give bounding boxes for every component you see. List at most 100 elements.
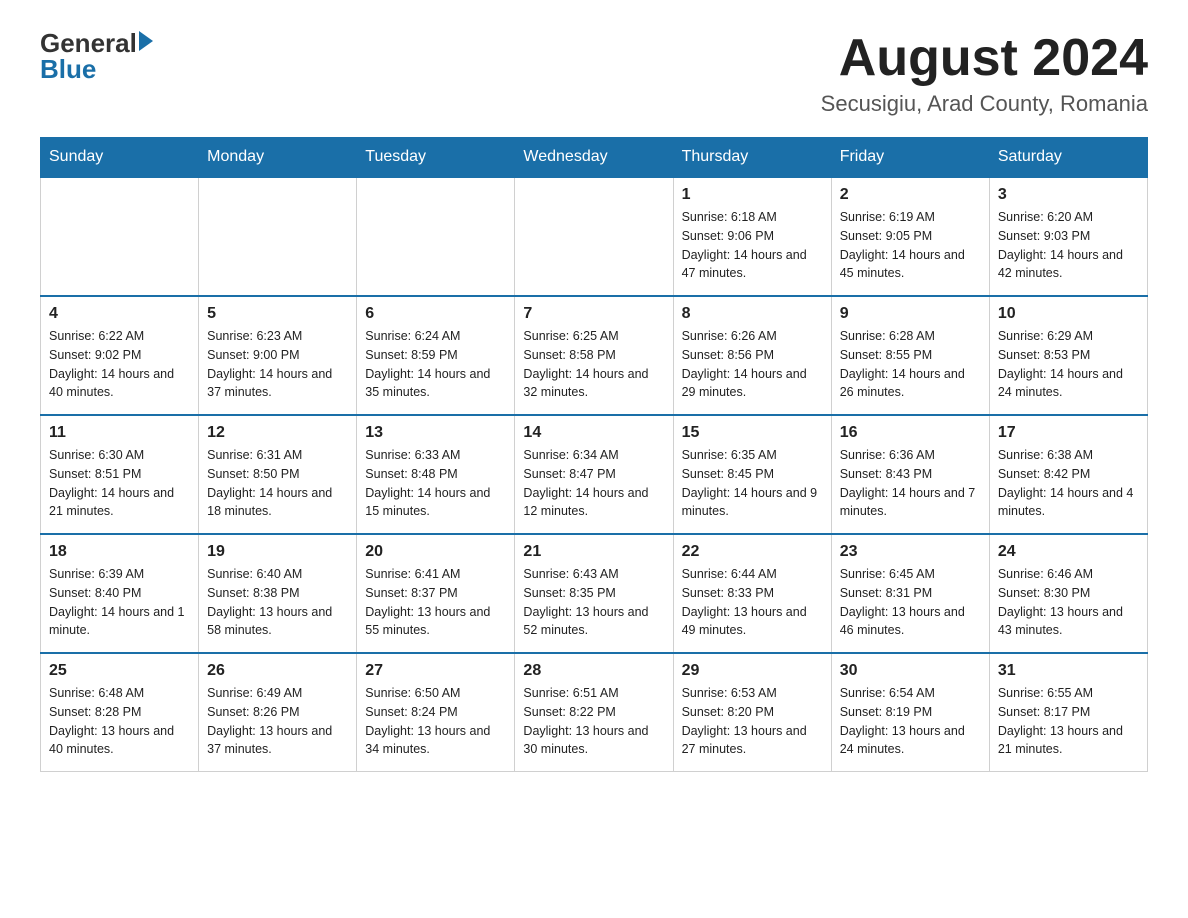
calendar-cell: 2 Sunrise: 6:19 AMSunset: 9:05 PMDaylight… [831, 177, 989, 296]
day-number: 1 [682, 186, 823, 204]
calendar-cell: 17 Sunrise: 6:38 AMSunset: 8:42 PMDayligh… [989, 415, 1147, 534]
calendar-cell: 7 Sunrise: 6:25 AMSunset: 8:58 PMDaylight… [515, 296, 673, 415]
calendar-cell: 29 Sunrise: 6:53 AMSunset: 8:20 PMDayligh… [673, 653, 831, 772]
day-number: 18 [49, 543, 190, 561]
day-number: 11 [49, 424, 190, 442]
day-detail: Sunrise: 6:22 AMSunset: 9:02 PMDaylight:… [49, 327, 190, 402]
calendar-cell: 1 Sunrise: 6:18 AMSunset: 9:06 PMDaylight… [673, 177, 831, 296]
day-detail: Sunrise: 6:25 AMSunset: 8:58 PMDaylight:… [523, 327, 664, 402]
calendar-cell: 11Sunrise: 6:30 AMSunset: 8:51 PMDayligh… [41, 415, 199, 534]
day-detail: Sunrise: 6:48 AMSunset: 8:28 PMDaylight:… [49, 684, 190, 759]
calendar-cell: 9 Sunrise: 6:28 AMSunset: 8:55 PMDaylight… [831, 296, 989, 415]
day-detail: Sunrise: 6:20 AMSunset: 9:03 PMDaylight:… [998, 208, 1139, 283]
calendar-cell: 8 Sunrise: 6:26 AMSunset: 8:56 PMDaylight… [673, 296, 831, 415]
col-tuesday: Tuesday [357, 138, 515, 178]
day-detail: Sunrise: 6:49 AMSunset: 8:26 PMDaylight:… [207, 684, 348, 759]
day-number: 9 [840, 305, 981, 323]
day-detail: Sunrise: 6:29 AMSunset: 8:53 PMDaylight:… [998, 327, 1139, 402]
day-number: 16 [840, 424, 981, 442]
calendar-cell: 26 Sunrise: 6:49 AMSunset: 8:26 PMDayligh… [199, 653, 357, 772]
day-detail: Sunrise: 6:39 AMSunset: 8:40 PMDaylight:… [49, 565, 190, 640]
day-detail: Sunrise: 6:31 AMSunset: 8:50 PMDaylight:… [207, 446, 348, 521]
day-detail: Sunrise: 6:26 AMSunset: 8:56 PMDaylight:… [682, 327, 823, 402]
calendar-cell: 15Sunrise: 6:35 AMSunset: 8:45 PMDayligh… [673, 415, 831, 534]
day-number: 23 [840, 543, 981, 561]
day-detail: Sunrise: 6:19 AMSunset: 9:05 PMDaylight:… [840, 208, 981, 283]
calendar-cell: 22 Sunrise: 6:44 AMSunset: 8:33 PMDayligh… [673, 534, 831, 653]
calendar-cell [41, 177, 199, 296]
day-detail: Sunrise: 6:35 AMSunset: 8:45 PMDaylight:… [682, 446, 823, 521]
calendar-week-row: 1 Sunrise: 6:18 AMSunset: 9:06 PMDaylight… [41, 177, 1148, 296]
day-number: 25 [49, 662, 190, 680]
day-detail: Sunrise: 6:43 AMSunset: 8:35 PMDaylight:… [523, 565, 664, 640]
day-number: 7 [523, 305, 664, 323]
day-detail: Sunrise: 6:54 AMSunset: 8:19 PMDaylight:… [840, 684, 981, 759]
day-detail: Sunrise: 6:18 AMSunset: 9:06 PMDaylight:… [682, 208, 823, 283]
calendar-week-row: 18 Sunrise: 6:39 AMSunset: 8:40 PMDayligh… [41, 534, 1148, 653]
calendar-cell: 25 Sunrise: 6:48 AMSunset: 8:28 PMDayligh… [41, 653, 199, 772]
col-friday: Friday [831, 138, 989, 178]
day-detail: Sunrise: 6:50 AMSunset: 8:24 PMDaylight:… [365, 684, 506, 759]
calendar-cell [199, 177, 357, 296]
calendar-cell: 4 Sunrise: 6:22 AMSunset: 9:02 PMDaylight… [41, 296, 199, 415]
day-number: 8 [682, 305, 823, 323]
col-monday: Monday [199, 138, 357, 178]
calendar-cell: 13Sunrise: 6:33 AMSunset: 8:48 PMDayligh… [357, 415, 515, 534]
calendar-cell: 16 Sunrise: 6:36 AMSunset: 8:43 PMDayligh… [831, 415, 989, 534]
calendar-cell: 21Sunrise: 6:43 AMSunset: 8:35 PMDayligh… [515, 534, 673, 653]
day-detail: Sunrise: 6:38 AMSunset: 8:42 PMDaylight:… [998, 446, 1139, 521]
location-subtitle: Secusigiu, Arad County, Romania [821, 91, 1148, 117]
day-detail: Sunrise: 6:46 AMSunset: 8:30 PMDaylight:… [998, 565, 1139, 640]
day-number: 14 [523, 424, 664, 442]
logo: General Blue [40, 30, 153, 82]
calendar-cell [515, 177, 673, 296]
day-detail: Sunrise: 6:33 AMSunset: 8:48 PMDaylight:… [365, 446, 506, 521]
calendar-table: Sunday Monday Tuesday Wednesday Thursday… [40, 137, 1148, 772]
day-number: 2 [840, 186, 981, 204]
calendar-cell: 24 Sunrise: 6:46 AMSunset: 8:30 PMDayligh… [989, 534, 1147, 653]
day-number: 3 [998, 186, 1139, 204]
calendar-cell: 30Sunrise: 6:54 AMSunset: 8:19 PMDayligh… [831, 653, 989, 772]
day-number: 4 [49, 305, 190, 323]
calendar-header-row: Sunday Monday Tuesday Wednesday Thursday… [41, 138, 1148, 178]
day-detail: Sunrise: 6:24 AMSunset: 8:59 PMDaylight:… [365, 327, 506, 402]
day-detail: Sunrise: 6:41 AMSunset: 8:37 PMDaylight:… [365, 565, 506, 640]
calendar-cell: 31Sunrise: 6:55 AMSunset: 8:17 PMDayligh… [989, 653, 1147, 772]
col-sunday: Sunday [41, 138, 199, 178]
calendar-cell: 28 Sunrise: 6:51 AMSunset: 8:22 PMDayligh… [515, 653, 673, 772]
day-detail: Sunrise: 6:53 AMSunset: 8:20 PMDaylight:… [682, 684, 823, 759]
day-number: 28 [523, 662, 664, 680]
calendar-cell [357, 177, 515, 296]
calendar-cell: 5Sunrise: 6:23 AMSunset: 9:00 PMDaylight… [199, 296, 357, 415]
day-detail: Sunrise: 6:28 AMSunset: 8:55 PMDaylight:… [840, 327, 981, 402]
calendar-cell: 14Sunrise: 6:34 AMSunset: 8:47 PMDayligh… [515, 415, 673, 534]
day-number: 26 [207, 662, 348, 680]
calendar-cell: 27Sunrise: 6:50 AMSunset: 8:24 PMDayligh… [357, 653, 515, 772]
day-detail: Sunrise: 6:44 AMSunset: 8:33 PMDaylight:… [682, 565, 823, 640]
page-header: General Blue August 2024 Secusigiu, Arad… [40, 30, 1148, 117]
day-number: 17 [998, 424, 1139, 442]
day-number: 24 [998, 543, 1139, 561]
col-wednesday: Wednesday [515, 138, 673, 178]
col-saturday: Saturday [989, 138, 1147, 178]
calendar-cell: 23Sunrise: 6:45 AMSunset: 8:31 PMDayligh… [831, 534, 989, 653]
day-number: 22 [682, 543, 823, 561]
day-number: 5 [207, 305, 348, 323]
day-number: 12 [207, 424, 348, 442]
day-detail: Sunrise: 6:40 AMSunset: 8:38 PMDaylight:… [207, 565, 348, 640]
month-title: August 2024 [821, 30, 1148, 87]
day-number: 19 [207, 543, 348, 561]
day-number: 31 [998, 662, 1139, 680]
logo-arrow-icon [139, 31, 153, 51]
day-number: 6 [365, 305, 506, 323]
calendar-cell: 10Sunrise: 6:29 AMSunset: 8:53 PMDayligh… [989, 296, 1147, 415]
calendar-cell: 20Sunrise: 6:41 AMSunset: 8:37 PMDayligh… [357, 534, 515, 653]
day-detail: Sunrise: 6:51 AMSunset: 8:22 PMDaylight:… [523, 684, 664, 759]
day-detail: Sunrise: 6:36 AMSunset: 8:43 PMDaylight:… [840, 446, 981, 521]
calendar-cell: 18 Sunrise: 6:39 AMSunset: 8:40 PMDayligh… [41, 534, 199, 653]
logo-blue-text: Blue [40, 56, 96, 82]
day-number: 29 [682, 662, 823, 680]
title-block: August 2024 Secusigiu, Arad County, Roma… [821, 30, 1148, 117]
calendar-cell: 12 Sunrise: 6:31 AMSunset: 8:50 PMDayligh… [199, 415, 357, 534]
col-thursday: Thursday [673, 138, 831, 178]
